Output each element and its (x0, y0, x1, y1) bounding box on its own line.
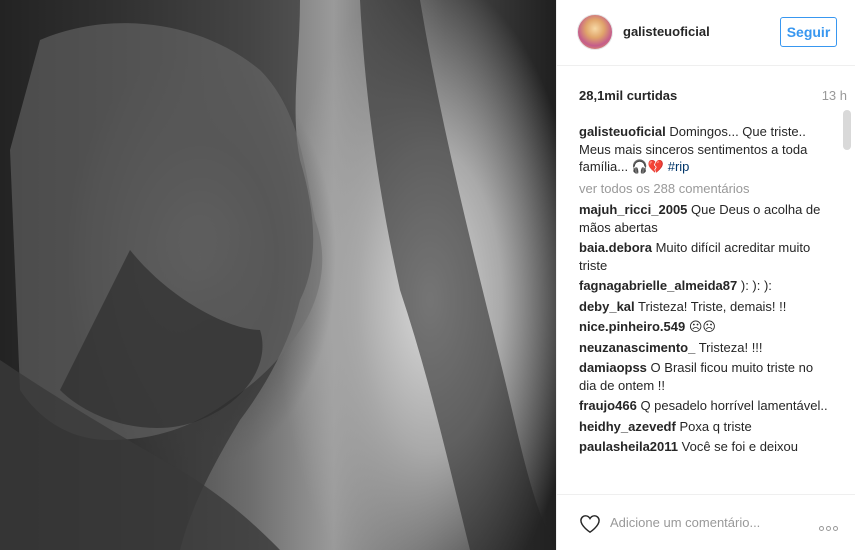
list-item: paulasheila2011 Você se foi e deixou (579, 438, 829, 456)
comments-scrollbar[interactable] (843, 110, 851, 494)
comment-user[interactable]: heidhy_azevedf (579, 419, 676, 434)
comment-user[interactable]: paulasheila2011 (579, 439, 678, 454)
comment-user[interactable]: fagnagabrielle_almeida87 (579, 278, 737, 293)
view-all-comments-link[interactable]: ver todos os 288 comentários (579, 180, 829, 198)
add-comment-input[interactable]: Adicione um comentário... (610, 515, 760, 530)
comment-user[interactable]: fraujo466 (579, 398, 637, 413)
post-sidebar: galisteuoficial Seguir 28,1mil curtidas … (556, 0, 855, 550)
list-item: neuzanascimento_ Tristeza! !!! (579, 339, 829, 357)
caption: galisteuoficial Domingos... Que triste..… (579, 123, 829, 176)
comment-user[interactable]: baia.debora (579, 240, 652, 255)
post-photo[interactable] (0, 0, 556, 550)
comment-user[interactable]: deby_kal (579, 299, 635, 314)
list-item: fagnagabrielle_almeida87 ): ): ): (579, 277, 829, 295)
comment-user[interactable]: damiaopss (579, 360, 647, 375)
comment-text: Tristeza! Triste, demais! !! (638, 298, 787, 314)
comment-user[interactable]: neuzanascimento_ (579, 340, 695, 355)
scrollbar-thumb[interactable] (843, 110, 851, 150)
more-options-icon[interactable] (819, 518, 843, 531)
photo-illustration (0, 0, 556, 550)
post-header: galisteuoficial Seguir (557, 0, 855, 66)
post-stats: 28,1mil curtidas 13 h (579, 88, 847, 106)
username-link[interactable]: galisteuoficial (623, 24, 710, 39)
comment-text: Você se foi e deixou (681, 439, 798, 454)
comment-text: Tristeza! !!! (698, 339, 763, 355)
list-item: baia.debora Muito difícil acreditar muit… (579, 239, 829, 274)
heart-outline-icon[interactable] (579, 514, 601, 534)
list-item: damiaopss O Brasil ficou muito triste no… (579, 359, 829, 394)
post-timestamp[interactable]: 13 h (822, 88, 847, 103)
comment-text: Poxa q triste (679, 418, 752, 434)
follow-button[interactable]: Seguir (780, 17, 837, 47)
likes-count[interactable]: 28,1mil curtidas (579, 88, 677, 103)
list-item: deby_kal Tristeza! Triste, demais! !! (579, 298, 829, 316)
comment-text: ☹☹ (688, 319, 716, 334)
list-item: majuh_ricci_2005 Que Deus o acolha de mã… (579, 201, 829, 236)
comment-text: Q pesadelo horrível lamentável.. (640, 398, 828, 413)
comment-text: ): ): ): (740, 278, 772, 293)
post-footer: Adicione um comentário... (557, 494, 855, 550)
comment-user[interactable]: nice.pinheiro.549 (579, 319, 685, 334)
list-item: nice.pinheiro.549 ☹☹ (579, 318, 829, 336)
avatar[interactable] (577, 14, 613, 50)
comments-list[interactable]: galisteuoficial Domingos... Que triste..… (579, 123, 829, 493)
list-item: heidhy_azevedf Poxa q triste (579, 418, 829, 436)
caption-user[interactable]: galisteuoficial (579, 124, 666, 139)
comment-user[interactable]: majuh_ricci_2005 (579, 202, 687, 217)
hashtag-link[interactable]: #rip (668, 159, 690, 174)
list-item: fraujo466 Q pesadelo horrível lamentável… (579, 397, 829, 415)
